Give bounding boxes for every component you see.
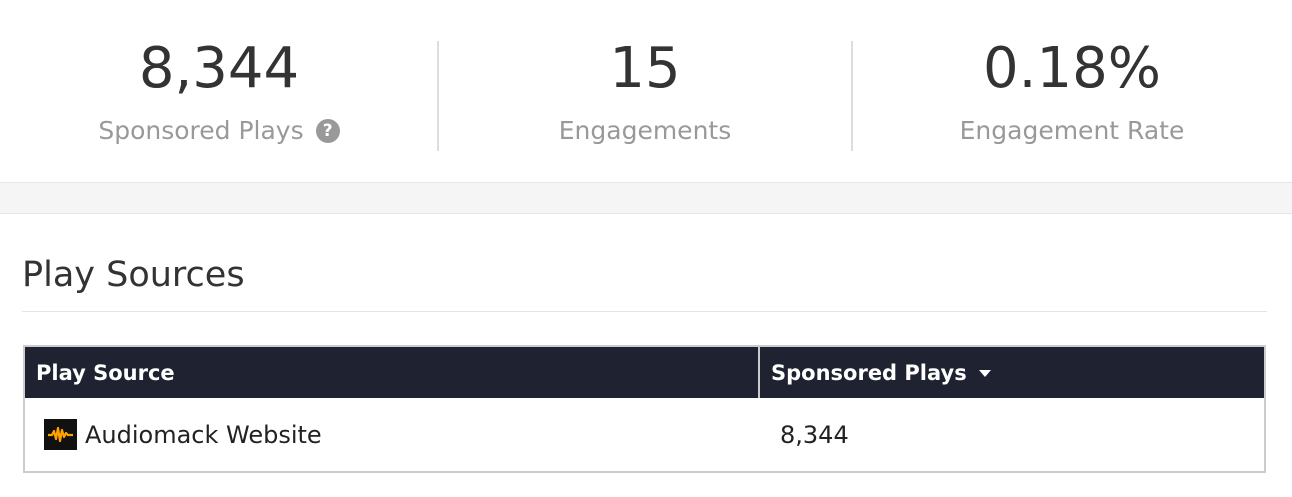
stat-value: 8,344 bbox=[138, 36, 300, 101]
cell-play-source: Audiomack Website bbox=[25, 419, 760, 450]
source-name: Audiomack Website bbox=[85, 420, 322, 449]
stats-summary: 8,344 Sponsored Plays ? 15 Engagements 0… bbox=[0, 0, 1292, 182]
divider bbox=[22, 311, 1267, 312]
question-circle-icon[interactable]: ? bbox=[315, 119, 340, 143]
column-header-sponsored-plays[interactable]: Sponsored Plays bbox=[760, 347, 1264, 398]
stat-label: Engagements bbox=[558, 116, 732, 145]
stat-sponsored-plays: 8,344 Sponsored Plays ? bbox=[0, 0, 439, 182]
cell-sponsored-plays: 8,344 bbox=[780, 420, 849, 449]
stat-value: 15 bbox=[609, 36, 681, 101]
stat-engagements: 15 Engagements bbox=[438, 0, 853, 182]
play-sources-table: Play Source Sponsored Plays Audiomack We… bbox=[23, 345, 1266, 473]
stat-value: 0.18% bbox=[983, 36, 1161, 101]
section-separator bbox=[0, 182, 1292, 214]
column-header-play-source[interactable]: Play Source bbox=[25, 347, 760, 398]
caret-down-icon[interactable] bbox=[978, 370, 991, 377]
table-row: Audiomack Website 8,344 bbox=[25, 398, 1264, 471]
stat-label: Sponsored Plays bbox=[98, 116, 304, 145]
table-header: Play Source Sponsored Plays bbox=[25, 347, 1264, 398]
stat-engagement-rate: 0.18% Engagement Rate bbox=[852, 0, 1292, 182]
audiomack-logo-icon bbox=[44, 419, 77, 450]
stat-label: Engagement Rate bbox=[959, 116, 1185, 145]
section-title: Play Sources bbox=[22, 255, 245, 295]
